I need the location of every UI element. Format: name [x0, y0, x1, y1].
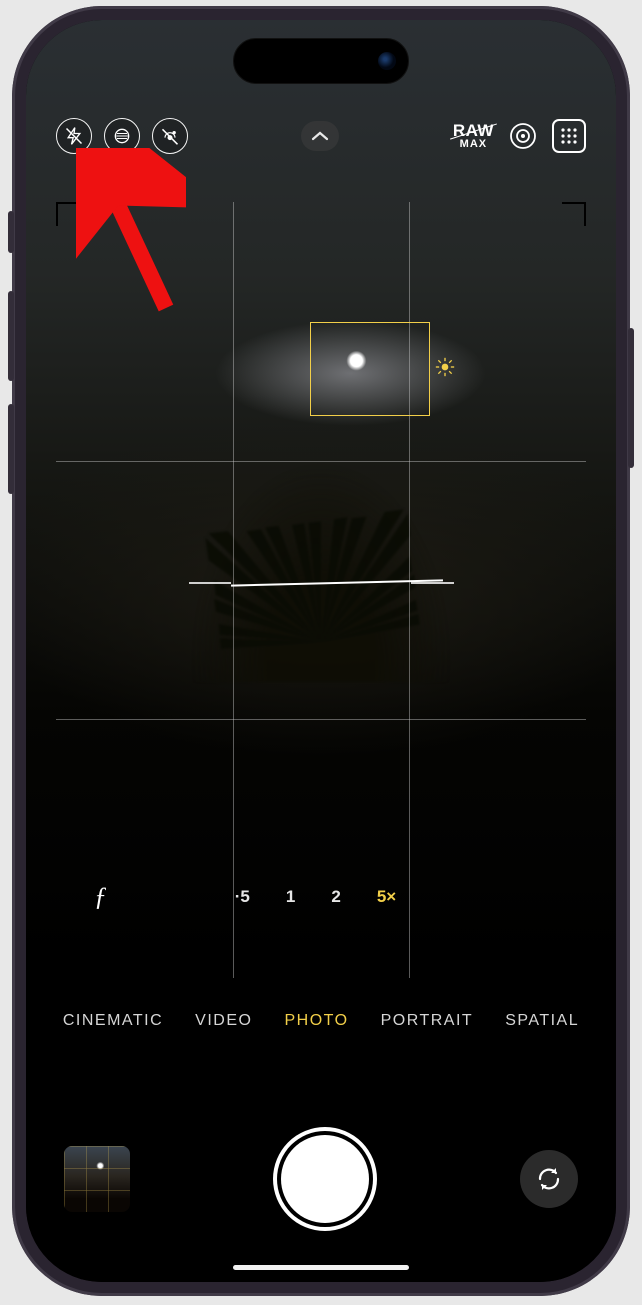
chevron-up-icon	[311, 130, 329, 142]
mode-spatial[interactable]: SPATIAL	[503, 1008, 581, 1034]
action-mode-button[interactable]	[552, 119, 586, 153]
top-controls-left	[56, 118, 188, 154]
mode-video[interactable]: VIDEO	[193, 1008, 254, 1034]
zoom-5x[interactable]: 5×	[377, 887, 396, 907]
camera-mode-selector[interactable]: CINEMATIC VIDEO PHOTO PORTRAIT SPATIAL	[26, 1008, 616, 1034]
level-indicator	[411, 582, 453, 584]
side-button	[8, 211, 14, 253]
aperture-button[interactable]: ƒ	[86, 878, 115, 916]
flash-button[interactable]	[56, 118, 92, 154]
sun-icon	[435, 357, 455, 377]
raw-label-top: RAW	[453, 122, 494, 139]
top-controls: RAW MAX	[26, 112, 616, 160]
grid-line	[56, 461, 586, 462]
frame-corner	[562, 202, 586, 226]
bottom-controls	[26, 1124, 616, 1234]
power-button	[628, 328, 634, 468]
zoom-controls: ƒ ·5 1 2 5×	[56, 878, 586, 916]
zoom-options: ·5 1 2 5×	[115, 887, 516, 907]
raw-toggle[interactable]: RAW MAX	[453, 122, 494, 150]
flash-off-icon	[64, 126, 84, 146]
zoom-2x[interactable]: 2	[331, 887, 340, 907]
flip-camera-icon	[534, 1164, 564, 1194]
level-indicator	[189, 582, 231, 584]
viewfinder-overlay: ƒ ·5 1 2 5×	[56, 202, 586, 978]
grid-line	[233, 202, 234, 978]
focus-reticle[interactable]	[310, 322, 430, 416]
mode-photo[interactable]: PHOTO	[282, 1008, 350, 1034]
frame-corner	[56, 954, 80, 978]
target-icon	[508, 121, 538, 151]
last-photo-thumbnail[interactable]	[64, 1146, 130, 1212]
camera-flip-button[interactable]	[520, 1150, 578, 1208]
zoom-0-5x[interactable]: ·5	[235, 887, 250, 907]
grid-line	[56, 719, 586, 720]
photographic-styles-button[interactable]	[506, 119, 540, 153]
shutter-button[interactable]	[281, 1135, 369, 1223]
home-indicator[interactable]	[233, 1265, 409, 1270]
dots-grid-icon	[560, 127, 578, 145]
grid-line	[409, 202, 410, 978]
volume-up-button	[8, 291, 14, 381]
night-mode-button[interactable]	[104, 118, 140, 154]
frame-corner	[56, 202, 80, 226]
night-mode-icon	[112, 126, 132, 146]
front-camera	[378, 52, 396, 70]
iphone-frame: RAW MAX	[12, 6, 630, 1296]
volume-down-button	[8, 404, 14, 494]
mode-cinematic[interactable]: CINEMATIC	[61, 1008, 165, 1034]
screen: RAW MAX	[26, 20, 616, 1282]
dynamic-island	[233, 38, 409, 84]
zoom-1x[interactable]: 1	[286, 887, 295, 907]
live-photo-off-icon	[160, 126, 180, 146]
raw-label-bottom: MAX	[460, 139, 487, 150]
top-controls-right: RAW MAX	[453, 119, 586, 153]
frame-corner	[562, 954, 586, 978]
camera-settings-tray[interactable]	[301, 121, 339, 151]
live-photo-button[interactable]	[152, 118, 188, 154]
mode-portrait[interactable]: PORTRAIT	[379, 1008, 476, 1034]
